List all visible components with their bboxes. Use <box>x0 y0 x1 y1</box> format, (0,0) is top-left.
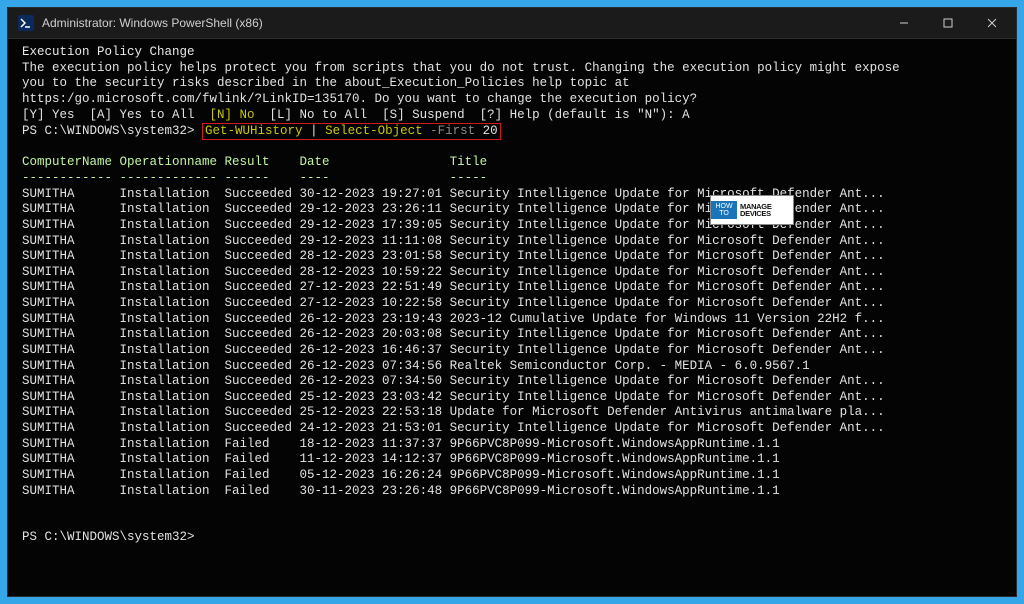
policy-line3: https:/go.microsoft.com/fwlink/?LinkID=1… <box>22 92 697 106</box>
table-row: SUMITHA Installation Succeeded 26-12-202… <box>22 359 810 373</box>
table-header: ComputerName Operationname Result Date T… <box>22 155 487 169</box>
table-row: SUMITHA Installation Succeeded 26-12-202… <box>22 343 885 357</box>
policy-heading: Execution Policy Change <box>22 45 195 59</box>
policy-choice-n: [N] No <box>210 108 255 122</box>
table-row: SUMITHA Installation Succeeded 24-12-202… <box>22 421 885 435</box>
powershell-window: Administrator: Windows PowerShell (x86) … <box>7 7 1017 597</box>
table-row: SUMITHA Installation Failed 18-12-2023 1… <box>22 437 780 451</box>
table-row: SUMITHA Installation Succeeded 29-12-202… <box>22 234 885 248</box>
cmd-b: Select-Object <box>325 124 423 138</box>
watermark-badge: HOWTOMANAGEDEVICES <box>710 195 794 225</box>
cmd-pipe: | <box>303 124 326 138</box>
cmd-param: -First <box>423 124 483 138</box>
table-row: SUMITHA Installation Succeeded 28-12-202… <box>22 249 885 263</box>
table-row: SUMITHA Installation Succeeded 26-12-202… <box>22 374 885 388</box>
terminal-body[interactable]: Execution Policy Change The execution po… <box>8 39 1016 596</box>
table-row: SUMITHA Installation Succeeded 25-12-202… <box>22 390 885 404</box>
cmd-val: 20 <box>483 124 498 138</box>
table-row: SUMITHA Installation Succeeded 27-12-202… <box>22 296 885 310</box>
table-row: SUMITHA Installation Succeeded 25-12-202… <box>22 405 885 419</box>
badge-manage: MANAGEDEVICES <box>737 203 772 218</box>
titlebar[interactable]: Administrator: Windows PowerShell (x86) <box>8 8 1016 39</box>
window-title: Administrator: Windows PowerShell (x86) <box>42 16 882 31</box>
maximize-button[interactable] <box>926 8 970 38</box>
policy-choices-mid: [L] No to All [S] Suspend [?] Help (defa… <box>255 108 683 122</box>
close-button[interactable] <box>970 8 1014 38</box>
minimize-button[interactable] <box>882 8 926 38</box>
policy-choices-pre: [Y] Yes [A] Yes to All <box>22 108 210 122</box>
table-row: SUMITHA Installation Succeeded 26-12-202… <box>22 312 885 326</box>
table-row: SUMITHA Installation Succeeded 28-12-202… <box>22 265 885 279</box>
table-row: SUMITHA Installation Succeeded 26-12-202… <box>22 327 885 341</box>
command-highlight: Get-WUHistory | Select-Object -First 20 <box>202 123 501 139</box>
policy-answer: A <box>682 108 690 122</box>
table-row: SUMITHA Installation Failed 30-11-2023 2… <box>22 484 780 498</box>
powershell-icon <box>18 15 34 31</box>
badge-howto: HOWTO <box>711 201 737 219</box>
table-row: SUMITHA Installation Failed 11-12-2023 1… <box>22 452 780 466</box>
policy-line1: The execution policy helps protect you f… <box>22 61 900 75</box>
prompt-ps2: PS C:\WINDOWS\system32> <box>22 530 195 544</box>
table-divider: ------------ ------------- ------ ---- -… <box>22 171 487 185</box>
prompt-ps: PS C:\WINDOWS\system32> <box>22 124 202 138</box>
table-row: SUMITHA Installation Failed 05-12-2023 1… <box>22 468 780 482</box>
table-row: SUMITHA Installation Succeeded 27-12-202… <box>22 280 885 294</box>
policy-line2: you to the security risks described in t… <box>22 76 630 90</box>
cmd-a: Get-WUHistory <box>205 124 303 138</box>
